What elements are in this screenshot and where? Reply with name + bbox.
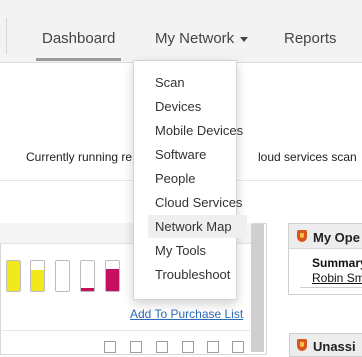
- nav-my-network[interactable]: My Network: [155, 30, 249, 47]
- panel-title: My Ope: [313, 230, 360, 245]
- panel-scrollbar[interactable]: [251, 224, 264, 352]
- level-bar: [6, 260, 21, 292]
- nav-reports[interactable]: Reports: [284, 30, 337, 47]
- menu-item-software[interactable]: Software: [155, 147, 206, 162]
- shield-icon: [297, 230, 307, 242]
- status-text-right: loud services scan: [258, 150, 357, 164]
- row-checkbox[interactable]: [182, 341, 194, 353]
- row-checkbox[interactable]: [207, 341, 219, 353]
- divider: [300, 287, 362, 288]
- row-checkbox[interactable]: [104, 341, 116, 353]
- menu-item-troubleshoot[interactable]: Troubleshoot: [155, 267, 230, 282]
- nav-dashboard[interactable]: Dashboard: [42, 30, 115, 47]
- level-bar: [105, 260, 120, 292]
- nav-divider: [6, 18, 7, 54]
- menu-item-devices[interactable]: Devices: [155, 99, 201, 114]
- panel-title: Unassi: [313, 339, 356, 354]
- menu-item-cloud-services[interactable]: Cloud Services: [155, 195, 242, 210]
- level-bar-fill: [81, 288, 94, 291]
- nav-my-network-label: My Network: [155, 30, 235, 47]
- row-checkbox[interactable]: [232, 341, 244, 353]
- menu-item-people[interactable]: People: [155, 171, 195, 186]
- menu-item-scan[interactable]: Scan: [155, 75, 185, 90]
- shield-icon: [297, 339, 307, 351]
- divider: [0, 330, 250, 331]
- level-bar: [55, 260, 70, 292]
- menu-item-my-tools[interactable]: My Tools: [155, 243, 206, 258]
- row-checkbox[interactable]: [156, 341, 168, 353]
- level-bar: [30, 260, 45, 292]
- row-checkbox[interactable]: [130, 341, 142, 353]
- menu-item-network-map[interactable]: Network Map: [155, 219, 232, 234]
- chevron-down-icon: [240, 36, 249, 42]
- level-bar-fill: [31, 270, 44, 291]
- status-text-left: Currently running re: [26, 150, 133, 164]
- menu-item-mobile-devices[interactable]: Mobile Devices: [155, 123, 243, 138]
- summary-label: Summary: [312, 256, 362, 270]
- level-bar-fill: [7, 261, 20, 291]
- add-to-purchase-list-link[interactable]: Add To Purchase List: [130, 307, 243, 321]
- nav-dashboard-underline: [36, 58, 121, 61]
- level-bar-fill: [106, 268, 119, 291]
- person-link[interactable]: Robin Sm: [312, 271, 362, 285]
- level-bar: [80, 260, 95, 292]
